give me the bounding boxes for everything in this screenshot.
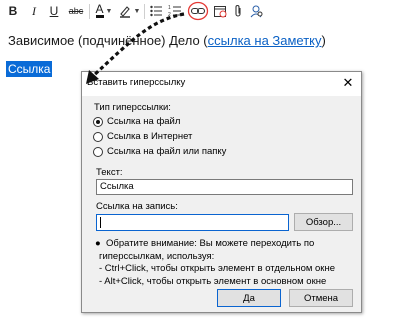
callout-arrow — [86, 12, 185, 84]
